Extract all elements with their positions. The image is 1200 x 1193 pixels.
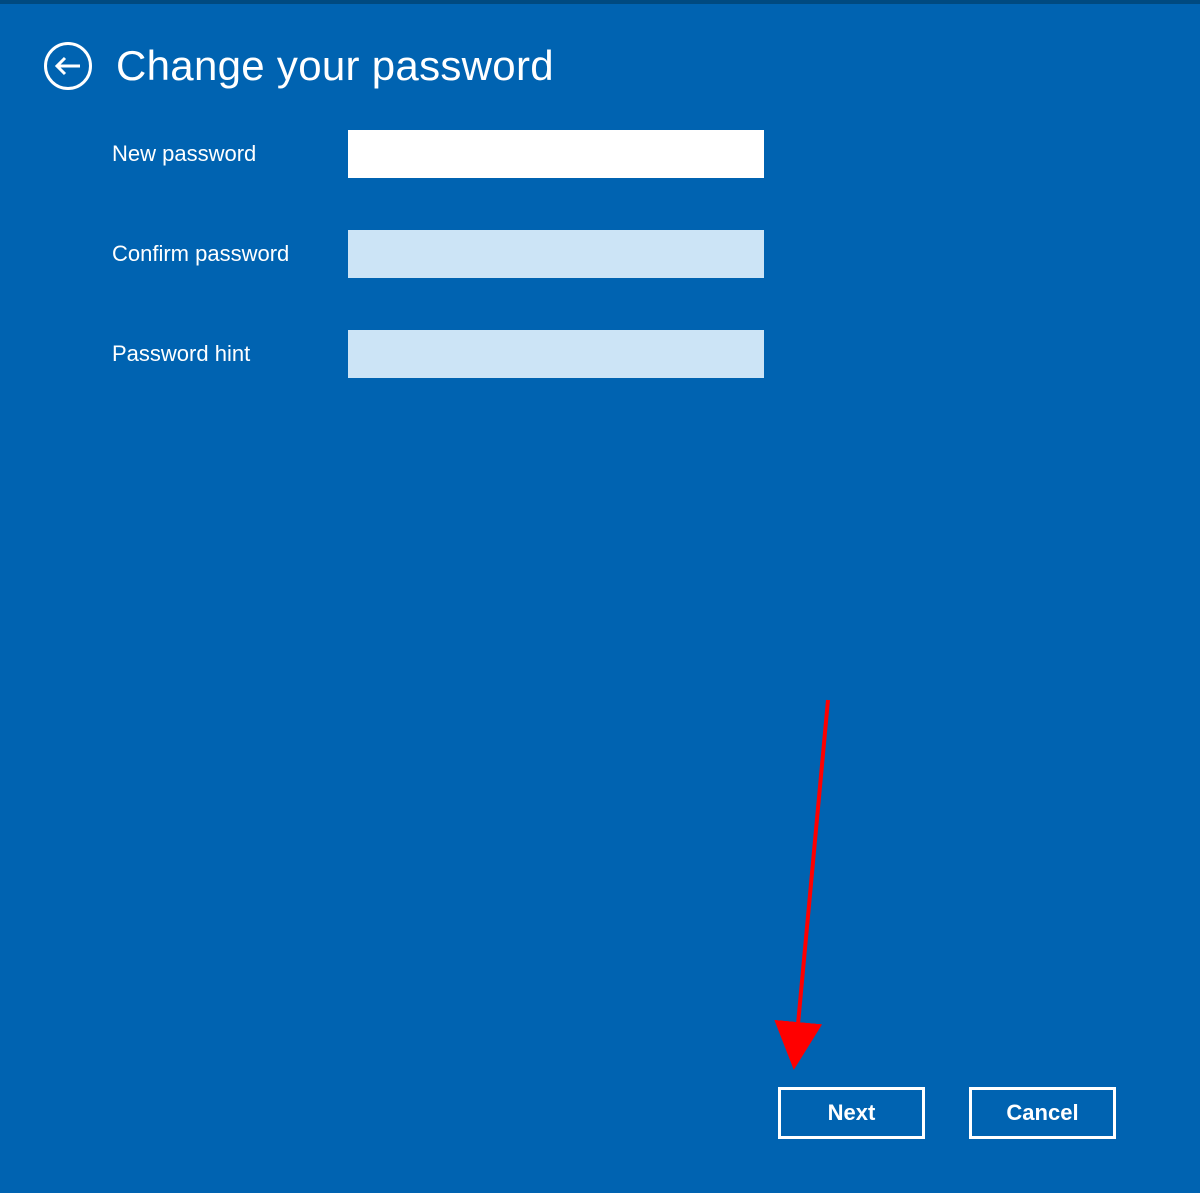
cancel-button[interactable]: Cancel — [969, 1087, 1116, 1139]
new-password-label: New password — [112, 141, 348, 167]
annotation-arrow-icon — [720, 694, 860, 1074]
password-hint-input[interactable] — [348, 330, 764, 378]
confirm-password-input[interactable] — [348, 230, 764, 278]
new-password-input[interactable] — [348, 130, 764, 178]
password-hint-row: Password hint — [112, 330, 1200, 378]
new-password-row: New password — [112, 130, 1200, 178]
footer-buttons: Next Cancel — [778, 1087, 1116, 1139]
confirm-password-label: Confirm password — [112, 241, 348, 267]
confirm-password-row: Confirm password — [112, 230, 1200, 278]
password-hint-label: Password hint — [112, 341, 348, 367]
header: Change your password — [0, 4, 1200, 90]
page-title: Change your password — [116, 42, 554, 90]
back-button[interactable] — [44, 42, 92, 90]
arrow-left-icon — [54, 56, 82, 76]
next-button[interactable]: Next — [778, 1087, 925, 1139]
password-form: New password Confirm password Password h… — [0, 90, 1200, 378]
